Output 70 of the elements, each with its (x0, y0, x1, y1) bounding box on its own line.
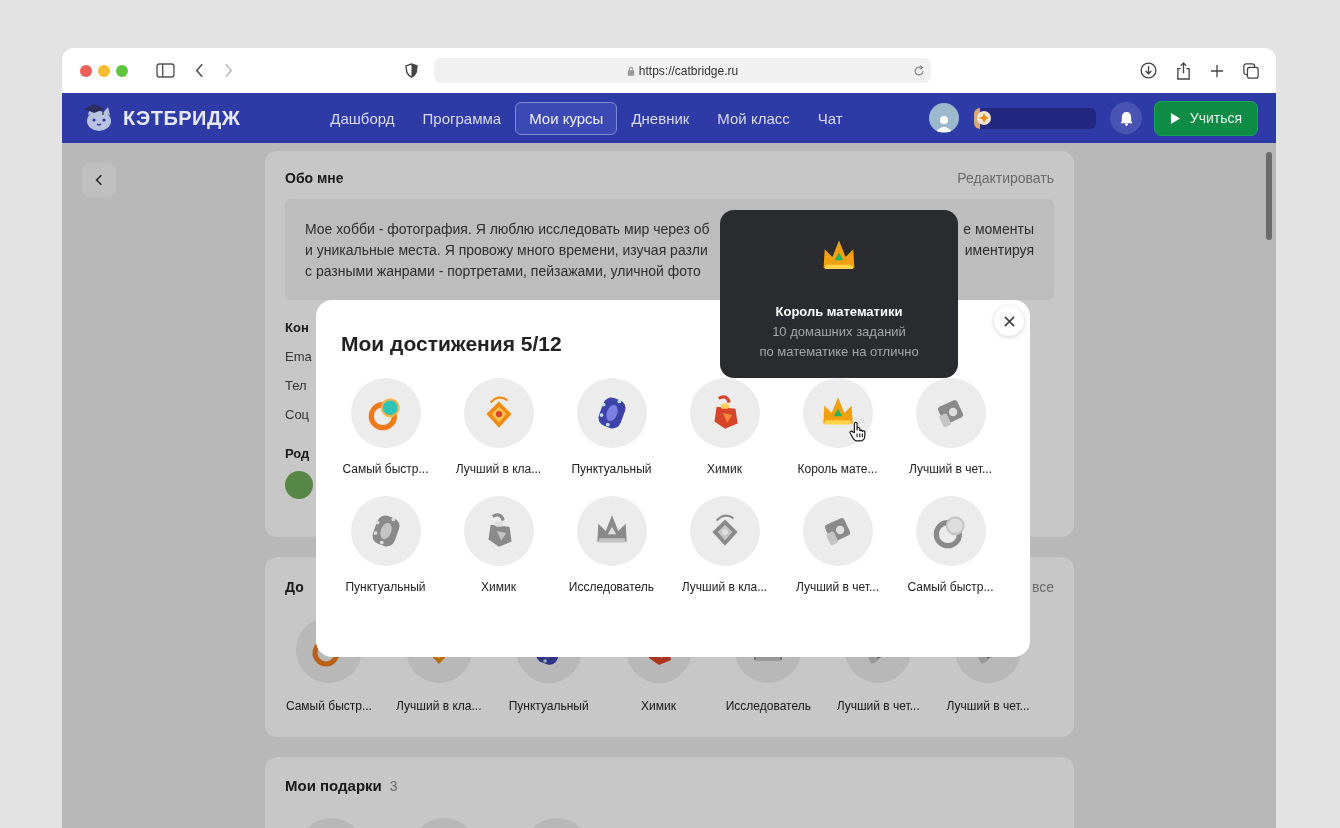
section-title: До (285, 579, 304, 595)
plus-icon[interactable] (1210, 63, 1224, 78)
dialog-title: Мои достижения 5/12 (341, 332, 562, 356)
play-icon (1169, 111, 1181, 125)
address-bar[interactable]: https://catbridge.ru (434, 58, 931, 83)
about-text: е моменты (963, 220, 1034, 239)
about-text: с разными жанрами - портретами, пейзажами, уличной фото (305, 262, 701, 281)
achievement-label: Самый быстр... (342, 462, 429, 476)
achievement-label: Пунктуальный (571, 462, 652, 476)
field-label: Соц (285, 407, 310, 422)
chevron-left-icon (95, 174, 103, 186)
hand-cursor-icon (848, 421, 866, 442)
achievement-label: Самый быстр... (285, 699, 372, 713)
window-control-icon[interactable] (80, 64, 92, 77)
close-button[interactable] (994, 306, 1024, 336)
nav-tab[interactable]: Дашборд (316, 101, 409, 135)
about-text: иментируя (964, 241, 1034, 260)
logo-text: КЭТБРИДЖ (123, 106, 241, 130)
achievement-label: Исследователь (568, 580, 655, 594)
achievement-label: Пунктуальный (508, 699, 589, 713)
sidebar-icon[interactable] (156, 63, 175, 78)
gift-count: 3 (389, 778, 398, 794)
achievement-label: Лучший в чет... (836, 699, 920, 713)
shield-icon[interactable] (405, 63, 418, 78)
bell-icon (1118, 110, 1134, 126)
nav-tab[interactable]: Чат (803, 101, 857, 135)
section-title: Род (285, 446, 310, 461)
scrollbar-thumb[interactable] (1266, 152, 1272, 240)
notifications-button[interactable] (1110, 102, 1142, 134)
achievement-label: Пунктуальный (345, 580, 426, 594)
achievement-label: Химик (641, 699, 676, 713)
field-label: Тел (285, 378, 307, 393)
star-coin-icon (976, 109, 992, 126)
window-control-icon[interactable] (98, 64, 110, 77)
achievement-label: Химик (481, 580, 516, 594)
achievement-label: Лучший в чет... (795, 580, 879, 594)
achievement-label: Лучший в кла... (455, 462, 542, 476)
reload-icon[interactable] (913, 65, 925, 77)
achievement-label: Король мате... (797, 462, 878, 476)
parent-avatar[interactable] (285, 471, 313, 499)
achievement-label: Лучший в чет... (908, 462, 992, 476)
section-title: Обо мне (285, 170, 344, 186)
user-avatar[interactable] (929, 103, 959, 133)
section-title: Кон (285, 320, 309, 335)
achievement-label: Исследователь (725, 699, 811, 713)
close-icon (1003, 315, 1015, 327)
nav-tab[interactable]: Дневник (617, 101, 704, 135)
tooltip-text: 10 домашних заданий (772, 324, 906, 339)
lock-icon (626, 65, 635, 76)
field-label: Ema (285, 349, 312, 364)
achievement-label: Лучший в кла... (681, 580, 768, 594)
tabs-icon[interactable] (1243, 62, 1259, 79)
achievement-label: Химик (707, 462, 742, 476)
nav-tab[interactable]: Мои курсы (515, 101, 618, 135)
achievement-label: Лучший в чет... (946, 699, 1030, 713)
about-text: и уникальные места. Я провожу много времени, изучая разли (305, 241, 708, 260)
person-silhouette-icon (934, 113, 954, 133)
nav-tab[interactable]: Программа (408, 101, 516, 135)
tooltip-title: Король математики (775, 304, 903, 319)
nav-tab[interactable]: Мой класс (703, 101, 804, 135)
about-text: Мое хобби - фотография. Я люблю исследовать мир через об (305, 220, 710, 239)
section-title: Мои подарки (285, 777, 382, 794)
download-icon[interactable] (1140, 62, 1157, 79)
share-icon[interactable] (1176, 61, 1191, 80)
url-text: https://catbridge.ru (638, 63, 739, 78)
learn-button[interactable]: Учиться (1154, 100, 1258, 136)
tooltip-text: по математике на отлично (759, 344, 919, 359)
achievement-label: Самый быстр... (907, 580, 994, 594)
achievement-label: Лучший в кла... (396, 699, 482, 713)
window-control-icon[interactable] (116, 64, 128, 77)
